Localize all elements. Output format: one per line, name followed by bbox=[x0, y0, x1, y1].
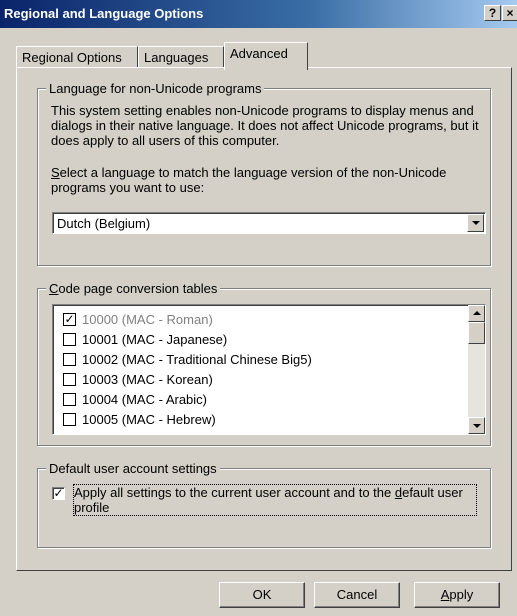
tab-languages[interactable]: Languages bbox=[138, 46, 224, 68]
checkbox[interactable] bbox=[63, 353, 76, 366]
label-part-1: Apply all settings to the current user a… bbox=[74, 485, 395, 500]
non-unicode-legend: Language for non-Unicode programs bbox=[46, 81, 265, 96]
dialog-window: Regional and Language Options ? × Region… bbox=[0, 0, 517, 616]
tab-regional-options[interactable]: Regional Options bbox=[16, 46, 138, 68]
list-item-label: 10001 (MAC - Japanese) bbox=[82, 332, 228, 347]
code-page-legend-text: ode page conversion tables bbox=[58, 281, 218, 296]
list-item-label: 10002 (MAC - Traditional Chinese Big5) bbox=[82, 352, 312, 367]
chevron-up-icon bbox=[473, 311, 481, 315]
chevron-down-icon bbox=[472, 221, 480, 225]
default-user-legend: Default user account settings bbox=[46, 461, 220, 476]
code-page-legend-accelerator: C bbox=[49, 281, 59, 296]
language-dropdown[interactable]: Dutch (Belgium) bbox=[52, 212, 486, 234]
chevron-down-icon bbox=[473, 424, 481, 428]
cancel-button[interactable]: Cancel bbox=[314, 582, 400, 608]
language-dropdown-value: Dutch (Belgium) bbox=[57, 216, 151, 231]
list-item-label: 10005 (MAC - Hebrew) bbox=[82, 412, 216, 427]
code-page-list[interactable]: ✓ 10000 (MAC - Roman) 10001 (MAC - Japan… bbox=[52, 304, 486, 435]
apply-default-user-label: Apply all settings to the current user a… bbox=[73, 484, 477, 516]
window-title: Regional and Language Options bbox=[4, 6, 204, 21]
vertical-scrollbar[interactable] bbox=[468, 305, 485, 434]
language-select-prompt: Select a language to match the language … bbox=[51, 165, 483, 195]
dropdown-arrow-button[interactable] bbox=[467, 214, 484, 232]
close-button[interactable]: × bbox=[502, 5, 517, 21]
tab-advanced[interactable]: Advanced bbox=[224, 42, 308, 70]
scroll-down-button[interactable] bbox=[468, 417, 485, 434]
non-unicode-description: This system setting enables non-Unicode … bbox=[51, 103, 479, 148]
advanced-tab-panel: Language for non-Unicode programs This s… bbox=[16, 67, 512, 571]
title-bar[interactable]: Regional and Language Options ? × bbox=[0, 0, 517, 28]
scroll-up-button[interactable] bbox=[468, 305, 485, 322]
list-item-label: 10004 (MAC - Arabic) bbox=[82, 392, 207, 407]
scrollbar-thumb[interactable] bbox=[468, 322, 485, 344]
checkbox[interactable]: ✓ bbox=[63, 313, 76, 326]
help-button[interactable]: ? bbox=[484, 5, 501, 21]
list-item-label: 10003 (MAC - Korean) bbox=[82, 372, 213, 387]
checkbox[interactable] bbox=[63, 413, 76, 426]
prompt-accelerator: S bbox=[51, 165, 60, 180]
code-page-group: Code page conversion tables ✓ 10000 (MAC… bbox=[37, 281, 491, 446]
checkbox[interactable] bbox=[63, 393, 76, 406]
apply-default-user-checkbox[interactable]: ✓ bbox=[52, 487, 65, 500]
non-unicode-group: Language for non-Unicode programs This s… bbox=[37, 81, 491, 266]
apply-button[interactable]: Apply bbox=[414, 582, 500, 608]
checkbox[interactable] bbox=[63, 373, 76, 386]
ok-button[interactable]: OK bbox=[219, 582, 305, 608]
code-page-legend: Code page conversion tables bbox=[46, 281, 221, 296]
label-accelerator: d bbox=[394, 485, 403, 500]
apply-label: pply bbox=[449, 587, 474, 602]
checkbox[interactable] bbox=[63, 333, 76, 346]
prompt-text: elect a language to match the language v… bbox=[51, 165, 447, 195]
default-user-group: Default user account settings ✓ Apply al… bbox=[37, 461, 491, 548]
list-item-label: 10000 (MAC - Roman) bbox=[82, 312, 213, 327]
